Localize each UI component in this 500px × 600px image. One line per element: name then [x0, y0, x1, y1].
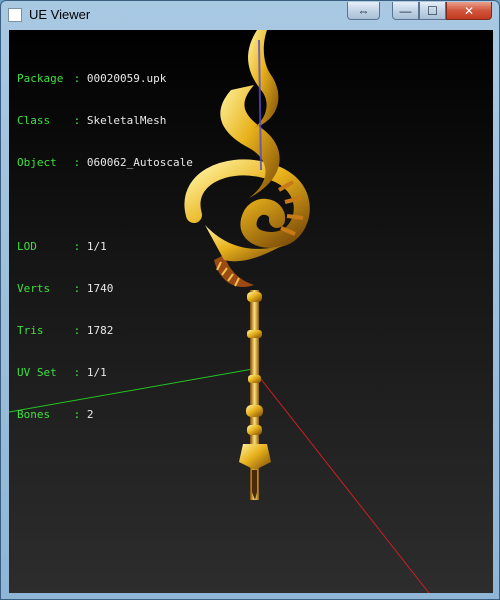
minimize-button[interactable]: — — [392, 2, 419, 20]
maximize-button[interactable]: ☐ — [419, 2, 446, 20]
info-sep: : — [73, 324, 81, 337]
info-value: 00020059.upk — [86, 72, 167, 85]
window-title: UE Viewer — [29, 7, 91, 22]
info-value: 060062_Autoscale — [86, 156, 193, 169]
info-value: 2 — [86, 408, 94, 421]
info-key: Verts — [17, 282, 51, 295]
info-key: Tris — [17, 324, 44, 337]
info-row-verts: Verts : 1740 — [17, 282, 193, 296]
info-value: 1782 — [86, 324, 114, 337]
info-sep: : — [73, 366, 81, 379]
info-sep: : — [73, 240, 81, 253]
info-value: 1/1 — [86, 240, 107, 253]
app-icon — [8, 8, 22, 22]
info-row-lod: LOD : 1/1 — [17, 240, 193, 254]
app-window: UE Viewer ⇔ — ☐ ✕ Package: 00020059.upk… — [0, 0, 500, 600]
info-key: Package — [17, 72, 64, 85]
info-row-class: Class : SkeletalMesh — [17, 114, 193, 128]
info-key: LOD — [17, 240, 37, 253]
info-key: UV Set — [17, 366, 57, 379]
swap-button[interactable]: ⇔ — [347, 2, 380, 20]
info-value: 1/1 — [86, 366, 107, 379]
info-key: Class — [17, 114, 51, 127]
info-row-package: Package : 00020059.upk — [17, 72, 193, 86]
close-button[interactable]: ✕ — [446, 2, 492, 20]
info-sep: : — [73, 114, 81, 127]
info-key: Bones — [17, 408, 51, 421]
info-sep: : — [73, 72, 81, 85]
info-value: 1740 — [86, 282, 114, 295]
info-value: SkeletalMesh — [86, 114, 167, 127]
info-row-tris: Tris : 1782 — [17, 324, 193, 338]
info-sep: : — [73, 156, 81, 169]
info-row-object: Object : 060062_Autoscale — [17, 156, 193, 170]
info-sep: : — [73, 408, 81, 421]
mesh-info-panel: Package : 00020059.upk Class : SkeletalM… — [17, 44, 193, 450]
info-row-bones: Bones : 2 — [17, 408, 193, 422]
info-key: Object — [17, 156, 57, 169]
staff-model — [184, 30, 310, 500]
info-row-uvset: UV Set : 1/1 — [17, 366, 193, 380]
info-spacer — [17, 198, 193, 212]
title-bar[interactable]: UE Viewer ⇔ — ☐ ✕ — [1, 1, 499, 29]
info-sep: : — [73, 282, 81, 295]
x-axis-line — [252, 368, 430, 593]
3d-viewport[interactable]: Package : 00020059.upk Class : SkeletalM… — [9, 30, 493, 593]
